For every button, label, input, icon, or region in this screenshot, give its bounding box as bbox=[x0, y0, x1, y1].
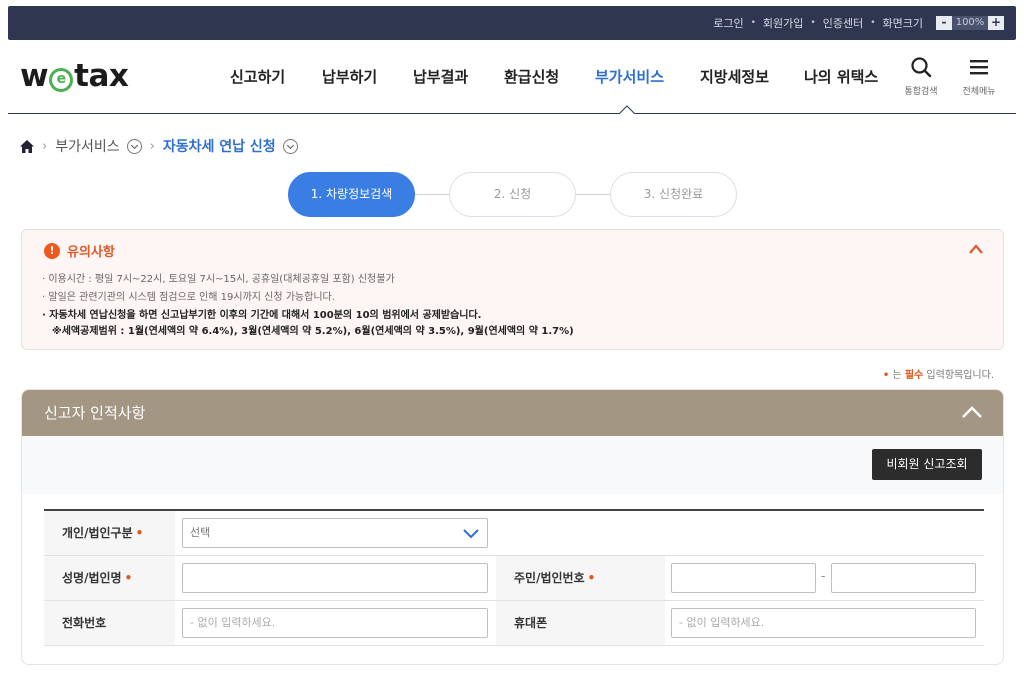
nav-additional-services[interactable]: 부가서비스 bbox=[595, 40, 664, 114]
required-star: • bbox=[124, 571, 133, 585]
nav-payment-result[interactable]: 납부결과 bbox=[413, 40, 468, 114]
hamburger-menu-icon bbox=[970, 60, 988, 75]
active-nav-indicator bbox=[619, 105, 635, 114]
search-caption: 통합검색 bbox=[904, 87, 938, 97]
panel-action-row: 비회원 신고조회 bbox=[22, 436, 1003, 494]
step-complete: 3. 신청완료 bbox=[610, 172, 737, 217]
site-header: w e tax 신고하기 납부하기 납부결과 환급신청 부가서비스 지방세정보 나의… bbox=[8, 40, 1016, 114]
notice-item: · 말일은 관련기관의 시스템 점검으로 인해 19시까지 신청 가능합니다. bbox=[42, 292, 335, 303]
nav-my-wetax[interactable]: 나의 위택스 bbox=[804, 40, 878, 114]
logo-text-w: w bbox=[20, 58, 49, 94]
utility-links: 로그인 • 회원가입 • 인증센터 • 화면크기 - 100% + bbox=[706, 6, 1004, 40]
menu-caption: 전체메뉴 bbox=[962, 87, 996, 97]
all-menu-shortcut[interactable]: 전체메뉴 bbox=[950, 56, 1008, 97]
nonmember-lookup-button[interactable]: 비회원 신고조회 bbox=[872, 449, 982, 480]
type-select-value: 선택 bbox=[190, 526, 211, 539]
step-apply: 2. 신청 bbox=[449, 172, 576, 217]
breadcrumb-separator: › bbox=[42, 138, 48, 154]
progress-steps: 1. 차량정보검색 2. 신청 3. 신청완료 bbox=[288, 172, 738, 217]
id-number-front-input[interactable] bbox=[671, 563, 816, 593]
panel-title: 신고자 인적사항 bbox=[44, 404, 146, 422]
nav-refund[interactable]: 환급신청 bbox=[504, 40, 559, 114]
form-row: 개인/법인구분 • 선택 bbox=[44, 511, 984, 556]
notice-item-deduction-range: ※세액공제범위 : 1월(연세액의 약 6.4%), 3월(연세액의 약 5.2… bbox=[52, 326, 574, 337]
name-input[interactable] bbox=[182, 563, 488, 593]
zoom-value: 100% bbox=[952, 16, 988, 30]
step-connector bbox=[414, 194, 450, 195]
nav-payment[interactable]: 납부하기 bbox=[322, 40, 377, 114]
breadcrumb-level1[interactable]: 부가서비스 bbox=[55, 136, 119, 156]
exclamation-icon: ! bbox=[44, 242, 60, 259]
id-number-back-input[interactable] bbox=[831, 563, 976, 593]
signup-link[interactable]: 회원가입 bbox=[756, 15, 810, 31]
mobile-label: 휴대폰 bbox=[496, 601, 665, 645]
header-icons: 통합검색 전체메뉴 bbox=[892, 56, 1008, 97]
form-row: 성명/법인명 • 주민/법인번호 • - bbox=[44, 556, 984, 601]
type-select[interactable]: 선택 bbox=[182, 518, 488, 548]
mobile-input[interactable]: - 없이 입력하세요. bbox=[671, 608, 976, 638]
phone-label: 전화번호 bbox=[44, 601, 175, 645]
breadcrumb-current-dropdown-icon[interactable] bbox=[282, 138, 298, 154]
search-icon bbox=[911, 57, 932, 78]
required-word: 필수 bbox=[904, 370, 924, 381]
login-link[interactable]: 로그인 bbox=[706, 15, 750, 31]
search-shortcut[interactable]: 통합검색 bbox=[892, 56, 950, 97]
name-label: 성명/법인명 • bbox=[44, 556, 175, 600]
required-note-prefix: 는 bbox=[889, 370, 905, 381]
step-vehicle-search: 1. 차량정보검색 bbox=[288, 172, 415, 217]
phone-input[interactable]: - 없이 입력하세요. bbox=[182, 608, 488, 638]
notice-list: · 이용시간 : 평일 7시~22시, 토요일 7시~15시, 공휴일(대체공휴… bbox=[42, 271, 574, 341]
screen-size-label: 화면크기 bbox=[882, 17, 923, 30]
breadcrumb-level1-dropdown-icon[interactable] bbox=[126, 138, 142, 154]
form-row: 전화번호 - 없이 입력하세요. 휴대폰 - 없이 입력하세요. bbox=[44, 601, 984, 646]
collapse-chevron-up-icon[interactable] bbox=[969, 244, 983, 254]
notice-box: ! 유의사항 · 이용시간 : 평일 7시~22시, 토요일 7시~15시, 공… bbox=[21, 229, 1004, 350]
panel-collapse-chevron-up-icon[interactable] bbox=[961, 405, 983, 419]
breadcrumb: › 부가서비스 › 자동차세 연납 신청 bbox=[20, 136, 298, 156]
notice-header: ! 유의사항 bbox=[44, 241, 115, 260]
notice-item: · 이용시간 : 평일 7시~22시, 토요일 7시~15시, 공휴일(대체공휴… bbox=[42, 274, 395, 285]
utility-bar: 로그인 • 회원가입 • 인증센터 • 화면크기 - 100% + bbox=[8, 6, 1016, 40]
reporter-form: 개인/법인구분 • 선택 성명/법인명 • 주민/법인번호 • - 전화번호 - 없이… bbox=[44, 509, 984, 646]
zoom-in-button[interactable]: + bbox=[988, 16, 1004, 30]
breadcrumb-current[interactable]: 자동차세 연납 신청 bbox=[163, 136, 276, 156]
type-label: 개인/법인구분 • bbox=[44, 511, 175, 555]
id-number-label-text: 주민/법인번호 bbox=[514, 571, 585, 585]
required-star: • bbox=[135, 526, 144, 540]
name-label-text: 성명/법인명 bbox=[62, 571, 122, 585]
nav-report[interactable]: 신고하기 bbox=[230, 40, 285, 114]
required-star: • bbox=[587, 571, 596, 585]
logo-text-tax: tax bbox=[74, 58, 129, 94]
nav-local-tax-info[interactable]: 지방세정보 bbox=[700, 40, 769, 114]
wetax-logo[interactable]: w e tax bbox=[20, 58, 129, 94]
panel-header: 신고자 인적사항 bbox=[22, 390, 1003, 436]
type-label-text: 개인/법인구분 bbox=[62, 526, 133, 540]
logo-e-mark: e bbox=[49, 68, 74, 92]
home-icon[interactable] bbox=[20, 139, 34, 153]
breadcrumb-separator: › bbox=[149, 138, 155, 154]
zoom-control: - 100% + bbox=[936, 16, 1004, 30]
notice-title: 유의사항 bbox=[67, 245, 115, 260]
step-connector bbox=[576, 194, 612, 195]
id-number-label: 주민/법인번호 • bbox=[496, 556, 665, 600]
id-number-separator: - bbox=[821, 569, 826, 583]
required-note-suffix: 입력항목입니다. bbox=[923, 370, 994, 381]
reporter-info-panel: 신고자 인적사항 비회원 신고조회 개인/법인구분 • 선택 성명/법인명 • 주민… bbox=[21, 389, 1004, 665]
cert-center-link[interactable]: 인증센터 bbox=[816, 15, 870, 31]
chevron-down-icon bbox=[463, 529, 479, 539]
required-field-note: • 는 필수 입력항목입니다. bbox=[883, 366, 994, 381]
zoom-out-button[interactable]: - bbox=[936, 16, 952, 30]
